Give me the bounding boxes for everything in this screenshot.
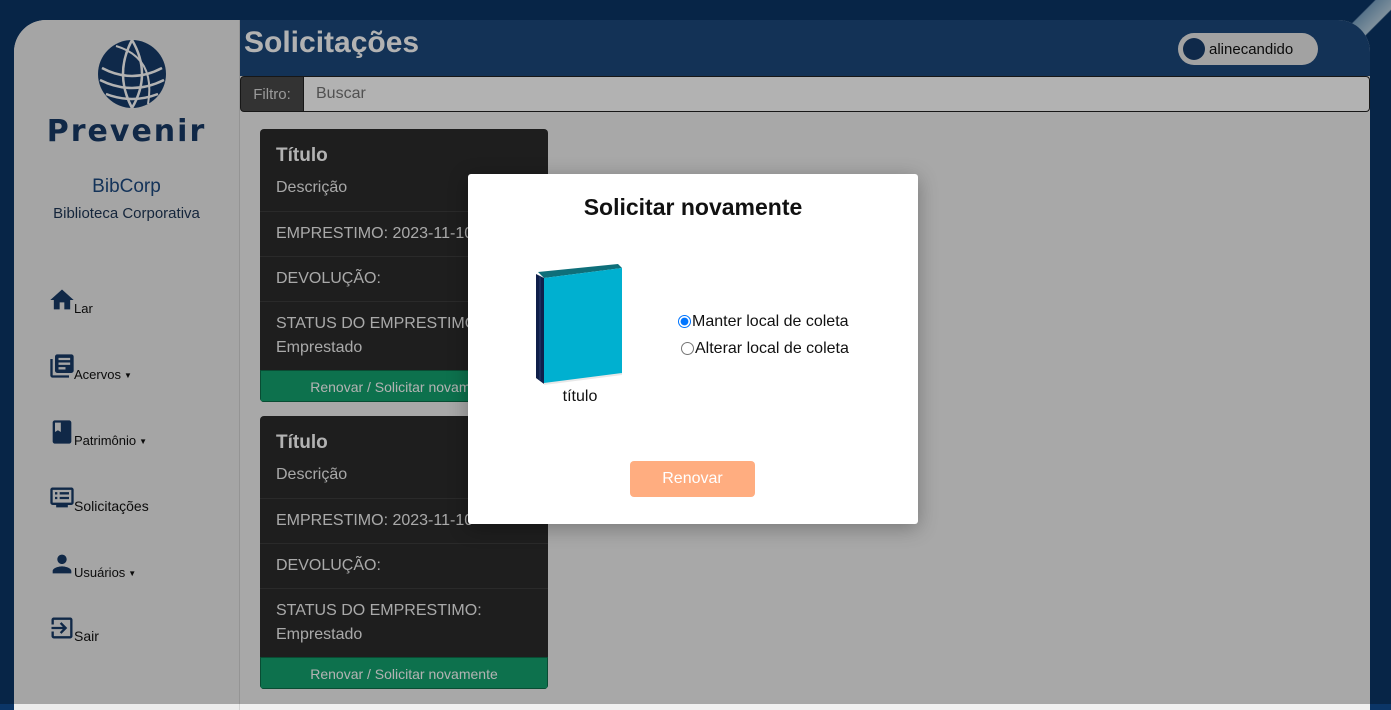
renew-button[interactable]: Renovar [630,461,755,497]
book-icon [536,264,623,385]
modal-title: Solicitar novamente [583,194,803,220]
option-keep-pickup[interactable]: Manter local de coleta [678,308,849,335]
option-label: Manter local de coleta [692,312,849,330]
pickup-options: Manter local de coleta Alterar local de … [678,308,849,362]
keep-pickup-radio[interactable] [678,315,691,328]
book-caption: título [562,388,598,405]
option-change-pickup[interactable]: Alterar local de coleta [681,335,849,362]
option-label: Alterar local de coleta [695,339,849,357]
change-pickup-radio[interactable] [681,342,694,355]
request-again-modal: Solicitar novamente título Manter local … [468,174,918,524]
